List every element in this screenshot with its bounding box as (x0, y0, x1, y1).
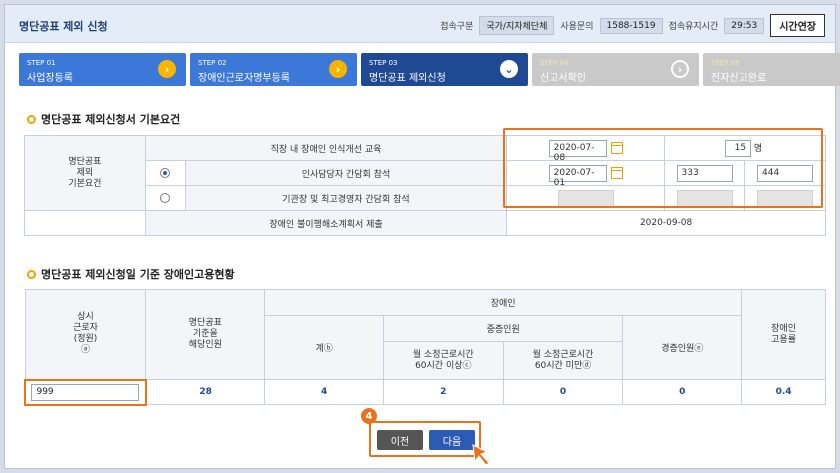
prev-button[interactable]: 이전 (377, 430, 423, 450)
session-info: 접속구분 국가/지자체단체 사용문의 1588-1519 접속유지시간 29:5… (440, 14, 825, 37)
section2-title-text: 명단공표 제외신청일 기준 장애인고용현황 (41, 268, 235, 281)
chevron-down-icon: ⌄ (500, 60, 518, 78)
radio-cell[interactable] (144, 160, 186, 186)
nav-buttons-box: 이전 다음 (369, 421, 481, 457)
step-label: 장애인근로자명부등록 (198, 73, 290, 84)
severe-under60-value: 0 (502, 379, 624, 405)
highlight-box (503, 128, 823, 208)
step-number: STEP 05 (711, 59, 740, 67)
hr-meeting-radio[interactable] (160, 167, 171, 178)
header-bar: 명단공표 제외 신청 접속구분 국가/지자체단체 사용문의 1588-1519 … (5, 5, 835, 43)
col-mild: 경증인원ⓔ (622, 315, 743, 380)
ceo-meeting-radio[interactable] (160, 192, 171, 203)
page-title: 명단공표 제외 신청 (19, 20, 108, 33)
step-3[interactable]: STEP 03 명단공표 제외신청 ⌄ (361, 53, 528, 86)
col-employment-rate: 장애인 고용률 (741, 289, 826, 380)
next-button[interactable]: 다음 (429, 430, 475, 450)
conn-type-value: 국가/지자체단체 (479, 16, 555, 35)
step-label: 전자신고완료 (711, 73, 767, 84)
col-disabled: 장애인 (264, 289, 743, 316)
session-timer: 29:53 (724, 17, 765, 34)
requirement-education-label: 직장 내 장애인 인식개선 교육 (144, 135, 508, 161)
col-regular-workers: 상시 근로자 (정원) ⓐ (24, 289, 147, 380)
radio-cell[interactable] (144, 185, 186, 211)
step-label: 신고서확인 (540, 73, 586, 84)
mild-value: 0 (622, 379, 743, 405)
col-severe-over60: 월 소정근로시간 60시간 이상ⓒ (382, 341, 504, 380)
step-label: 명단공표 제외신청 (369, 73, 446, 84)
col-severe-under60: 월 소정근로시간 60시간 미만ⓓ (502, 341, 624, 380)
conn-type-label: 접속구분 (440, 22, 474, 32)
step-5: STEP 05 전자신고완료 (703, 53, 840, 86)
step-number: STEP 01 (27, 59, 56, 67)
session-label: 접속유지시간 (668, 22, 719, 32)
employment-rate-value: 0.4 (741, 379, 826, 405)
col-target-count: 명단공표 기준을 해당인원 (145, 289, 266, 380)
regular-workers-input[interactable]: 999 (31, 383, 140, 401)
circle-bullet-icon (27, 269, 36, 279)
target-count-value: 28 (145, 379, 266, 405)
chevron-right-icon: › (158, 60, 176, 78)
col-total: 계ⓑ (264, 315, 384, 380)
step-4: STEP 04 신고서확인 › (532, 53, 699, 86)
plan-submit-date: 2020-09-08 (506, 210, 826, 236)
section2-title: 명단공표 제외신청일 기준 장애인고용현황 (27, 266, 235, 282)
step-2[interactable]: STEP 02 장애인근로자명부등록 › (190, 53, 357, 86)
requirement-ceo-meeting-label: 기관장 및 최고경영자 간담회 참석 (184, 185, 508, 211)
step-badge: 4 (361, 408, 377, 424)
section1-title: 명단공표 제외신청서 기본요건 (27, 111, 180, 127)
step-number: STEP 03 (369, 59, 398, 67)
employment-status-table: 상시 근로자 (정원) ⓐ 명단공표 기준을 해당인원 장애인 장애인 고용률 … (24, 289, 826, 406)
cursor-arrow-icon (472, 444, 490, 466)
step-number: STEP 02 (198, 59, 227, 67)
step-number: STEP 04 (540, 59, 569, 67)
extend-session-button[interactable]: 시간연장 (770, 14, 825, 37)
requirements-row-header: 명단공표 제외 기본요건 (24, 135, 146, 211)
step-label: 사업장등록 (27, 73, 73, 84)
page-frame: 명단공표 제외 신청 접속구분 국가/지자체단체 사용문의 1588-1519 … (4, 4, 840, 469)
step-1[interactable]: STEP 01 사업장등록 › (19, 53, 186, 86)
circle-bullet-icon (27, 114, 36, 124)
requirement-plan-label: 장애인 불이행해소계획서 제출 (144, 210, 508, 236)
inquiry-value: 1588-1519 (599, 17, 663, 34)
total-value: 4 (264, 379, 384, 405)
step-progress: STEP 01 사업장등록 › STEP 02 장애인근로자명부등록 › STE… (19, 53, 840, 86)
chevron-right-icon: › (329, 60, 347, 78)
inquiry-label: 사용문의 (560, 22, 594, 32)
chevron-right-icon: › (671, 60, 689, 78)
requirement-hr-meeting-label: 인사담당자 간담회 참석 (184, 160, 508, 186)
col-severe: 중증인원 (382, 315, 624, 342)
severe-over60-value: 2 (382, 379, 504, 405)
section1-title-text: 명단공표 제외신청서 기본요건 (41, 113, 181, 126)
